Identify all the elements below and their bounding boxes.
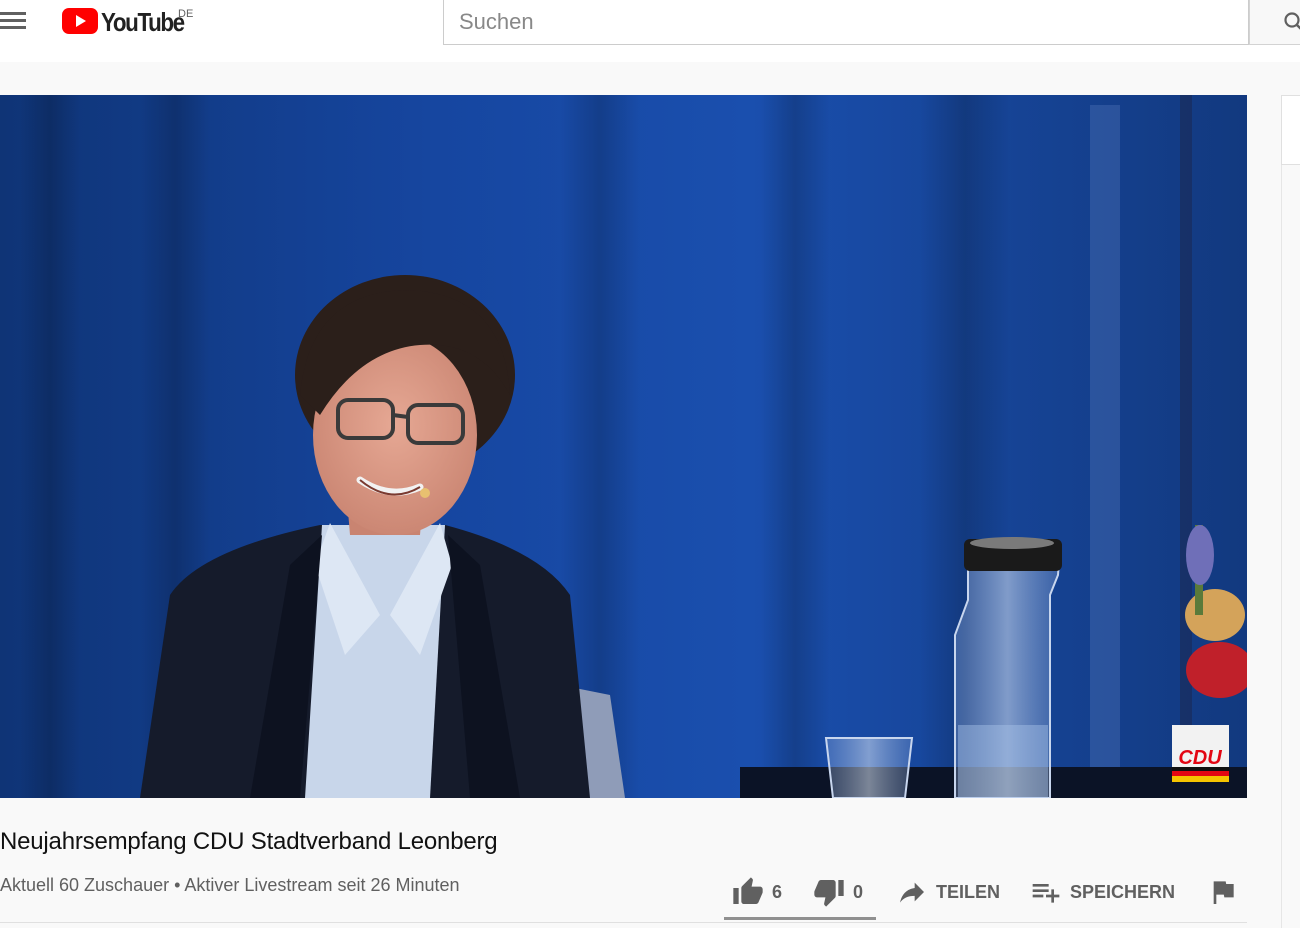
- action-bar: 6 0 TEILEN SPEICHERN: [0, 872, 1300, 912]
- menu-icon: [0, 26, 26, 29]
- save-label: SPEICHERN: [1070, 881, 1176, 902]
- dislike-button[interactable]: 0: [813, 872, 863, 912]
- report-button[interactable]: [1207, 872, 1239, 912]
- search-button[interactable]: [1249, 0, 1300, 45]
- search-input[interactable]: [444, 0, 1248, 44]
- video-player[interactable]: CDU: [0, 95, 1247, 798]
- youtube-logo[interactable]: YouTube: [62, 8, 197, 38]
- menu-icon: [0, 19, 26, 22]
- menu-button[interactable]: [0, 10, 30, 36]
- sidebar-card: [1281, 95, 1300, 165]
- thumbs-up-icon: [733, 877, 763, 904]
- playlist-add-icon: [1032, 884, 1060, 903]
- cdu-overlay-logo: CDU: [1178, 747, 1222, 769]
- dislike-count: 0: [853, 881, 864, 902]
- masthead: YouTube DE: [0, 0, 1300, 62]
- flag-icon: [1213, 881, 1234, 904]
- search-box: [443, 0, 1249, 45]
- save-button[interactable]: SPEICHERN: [1030, 872, 1175, 912]
- share-label: TEILEN: [936, 881, 1001, 902]
- youtube-logo-icon: [62, 8, 98, 34]
- menu-icon: [0, 12, 26, 15]
- region-code: DE: [178, 8, 194, 20]
- video-title: Neujahrsempfang CDU Stadtverband Leonber…: [0, 828, 498, 855]
- like-count: 6: [772, 881, 783, 902]
- like-button[interactable]: 6: [732, 872, 782, 912]
- thumbs-down-icon: [814, 880, 844, 907]
- share-icon: [900, 882, 924, 903]
- info-divider: [0, 922, 1247, 923]
- video-frame: CDU: [0, 95, 1247, 798]
- search-icon: [1284, 12, 1300, 30]
- share-button[interactable]: TEILEN: [896, 872, 1000, 912]
- sentiment-bar-fill: [724, 917, 876, 920]
- logo-wordmark: YouTube: [101, 7, 185, 37]
- sidebar-border: [1281, 165, 1282, 928]
- sentiment-bar: [724, 917, 876, 920]
